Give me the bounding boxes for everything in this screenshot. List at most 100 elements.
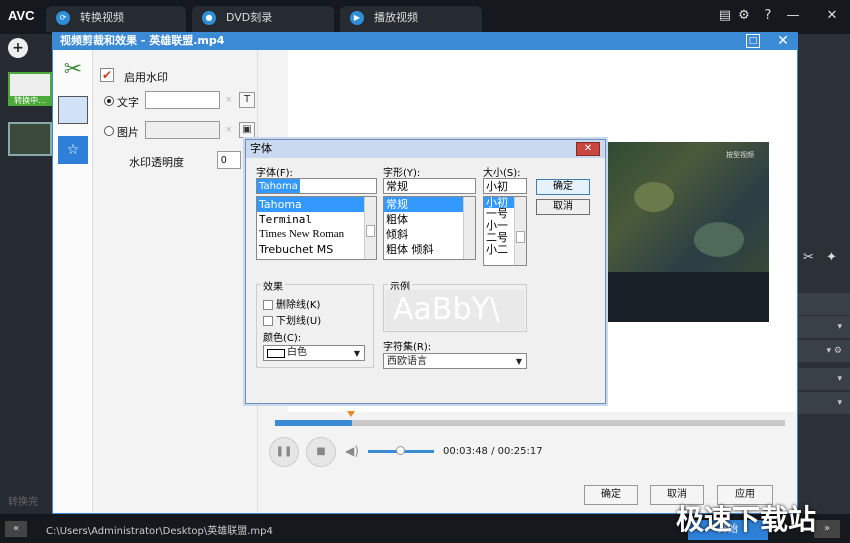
- list-item[interactable]: 粗体 倾斜: [384, 242, 475, 257]
- font-list-scrollbar[interactable]: [364, 197, 376, 259]
- image-radio[interactable]: [104, 126, 114, 136]
- size-input[interactable]: 小初: [483, 178, 527, 194]
- right-panel-bg: [797, 34, 850, 514]
- list-item[interactable]: Tahoma: [257, 197, 364, 212]
- right-row-1[interactable]: [797, 293, 850, 315]
- strikeout-checkbox[interactable]: 删除线(K): [263, 296, 320, 311]
- underline-checkbox[interactable]: 下划线(U): [263, 312, 321, 327]
- font-cancel-button[interactable]: 取消: [536, 199, 590, 215]
- convert-icon: ⟳: [56, 11, 70, 25]
- font-list[interactable]: Tahoma Terminal Times New Roman Trebuche…: [256, 196, 377, 260]
- time-display: 00:03:48 / 00:25:17: [443, 446, 543, 457]
- image-browse-button[interactable]: ▣: [239, 122, 255, 138]
- charset-label: 字符集(R):: [383, 342, 432, 353]
- list-item[interactable]: Times New Roman: [257, 227, 376, 242]
- scissors-icon[interactable]: ✂: [803, 250, 814, 265]
- color-select[interactable]: 白色 ▼: [263, 345, 365, 361]
- timeline-bar[interactable]: [275, 420, 785, 426]
- expand-button[interactable]: »: [814, 520, 840, 538]
- image-radio-label: 图片: [117, 126, 139, 139]
- crop-scissors-icon[interactable]: ✂: [58, 56, 88, 84]
- clear-text-icon[interactable]: ×: [225, 95, 233, 105]
- underline-check-box[interactable]: [263, 316, 273, 326]
- tab-dvd-burn[interactable]: ● DVD刻录: [192, 6, 334, 32]
- style-input[interactable]: 常规: [383, 178, 476, 194]
- effects-film-icon[interactable]: [58, 96, 88, 124]
- gear-icon[interactable]: ⚙: [736, 8, 752, 24]
- ok-button[interactable]: 确定: [584, 485, 638, 505]
- font-ok-button[interactable]: 确定: [536, 179, 590, 195]
- file-thumbnail-converting[interactable]: 转换中...: [8, 72, 52, 106]
- opacity-label: 水印透明度: [129, 156, 184, 169]
- text-radio[interactable]: [104, 96, 114, 106]
- style-list[interactable]: 常规 粗体 倾斜 粗体 倾斜: [383, 196, 476, 260]
- file-list-strip: [0, 34, 55, 514]
- tab-play-video[interactable]: ▶ 播放视频: [340, 6, 482, 32]
- text-radio-label: 文字: [117, 96, 139, 109]
- effects-label: 效果: [261, 278, 285, 293]
- color-swatch: [267, 349, 285, 358]
- chevron-down-icon: ▼: [353, 349, 360, 358]
- film-icon: [10, 74, 50, 96]
- charset-select[interactable]: 西欧语言 ▼: [383, 353, 527, 369]
- wand-icon[interactable]: ✦: [826, 250, 837, 265]
- thumb-badge: 转换中...: [14, 96, 46, 105]
- font-input[interactable]: Tahoma: [256, 178, 377, 194]
- stop-button[interactable]: ■: [306, 437, 336, 467]
- list-item[interactable]: Terminal: [257, 212, 376, 227]
- menu-icon[interactable]: ▤: [717, 8, 733, 24]
- file-path: C:\Users\Administrator\Desktop\英雄联盟.mp4: [46, 526, 273, 537]
- list-item[interactable]: Trebuchet MS: [257, 242, 376, 257]
- watermark-panel: [94, 50, 258, 512]
- maximize-button[interactable]: □: [746, 34, 760, 48]
- font-dialog-close-button[interactable]: ✕: [576, 142, 600, 156]
- chevron-down-icon: ▼: [515, 357, 522, 366]
- style-list-scrollbar[interactable]: [463, 197, 475, 259]
- pause-button[interactable]: ❚❚: [269, 437, 299, 467]
- list-item[interactable]: 粗体: [384, 212, 475, 227]
- list-item[interactable]: 倾斜: [384, 227, 475, 242]
- volume-knob[interactable]: [396, 446, 405, 455]
- font-label: 字体(F):: [256, 168, 293, 179]
- size-label: 大小(S):: [483, 168, 521, 179]
- sample-preview: AaBbY\: [385, 290, 525, 330]
- size-list-scrollbar[interactable]: [514, 197, 526, 265]
- left-bottom-label: 转换完: [8, 497, 38, 508]
- font-dialog-title: 字体: [246, 140, 605, 158]
- app-logo: AVC: [8, 8, 35, 23]
- timeline-fill: [275, 420, 352, 426]
- clear-image-icon[interactable]: ×: [225, 125, 233, 135]
- watermark-image-input[interactable]: [145, 121, 220, 139]
- site-watermark: 极速下载站: [676, 503, 817, 536]
- strikeout-check-box[interactable]: [263, 300, 273, 310]
- file-thumbnail-video[interactable]: [8, 122, 52, 156]
- timeline-marker[interactable]: [347, 411, 355, 417]
- watermark-text-input[interactable]: [145, 91, 220, 109]
- add-file-icon[interactable]: +: [8, 38, 28, 58]
- opacity-input[interactable]: [217, 151, 241, 169]
- color-label: 颜色(C):: [263, 333, 302, 344]
- minimize-button[interactable]: —: [785, 8, 801, 24]
- dvd-icon: ●: [202, 11, 216, 25]
- close-button[interactable]: ✕: [824, 8, 840, 24]
- style-label: 字形(Y):: [383, 168, 421, 179]
- enable-watermark-checkbox[interactable]: ✔: [100, 68, 114, 82]
- right-row-5[interactable]: ▾: [797, 392, 850, 414]
- volume-icon[interactable]: ◀): [345, 444, 359, 458]
- size-list[interactable]: 小初 一号 小一 二号 小二: [483, 196, 527, 266]
- enable-watermark-label: 启用水印: [124, 71, 168, 84]
- list-item[interactable]: 常规: [384, 197, 463, 212]
- dialog-close-button[interactable]: ✕: [775, 33, 791, 49]
- help-button[interactable]: ?: [760, 8, 776, 24]
- watermark-star-icon[interactable]: ☆: [58, 136, 88, 164]
- video-overlay-text: 按型视频: [726, 151, 754, 159]
- edit-dialog-title: 视频剪裁和效果 - 英雄联盟.mp4: [52, 32, 798, 50]
- text-font-button[interactable]: T: [239, 92, 255, 108]
- right-row-2[interactable]: ▾: [797, 316, 850, 338]
- video-frame: 按型视频: [604, 142, 769, 322]
- play-icon: ▶: [350, 11, 364, 25]
- collapse-button[interactable]: «: [5, 521, 27, 537]
- right-row-3[interactable]: ▾ ⚙: [797, 340, 850, 362]
- right-row-4[interactable]: ▾: [797, 368, 850, 390]
- tab-convert-video[interactable]: ⟳ 转换视频: [46, 6, 186, 32]
